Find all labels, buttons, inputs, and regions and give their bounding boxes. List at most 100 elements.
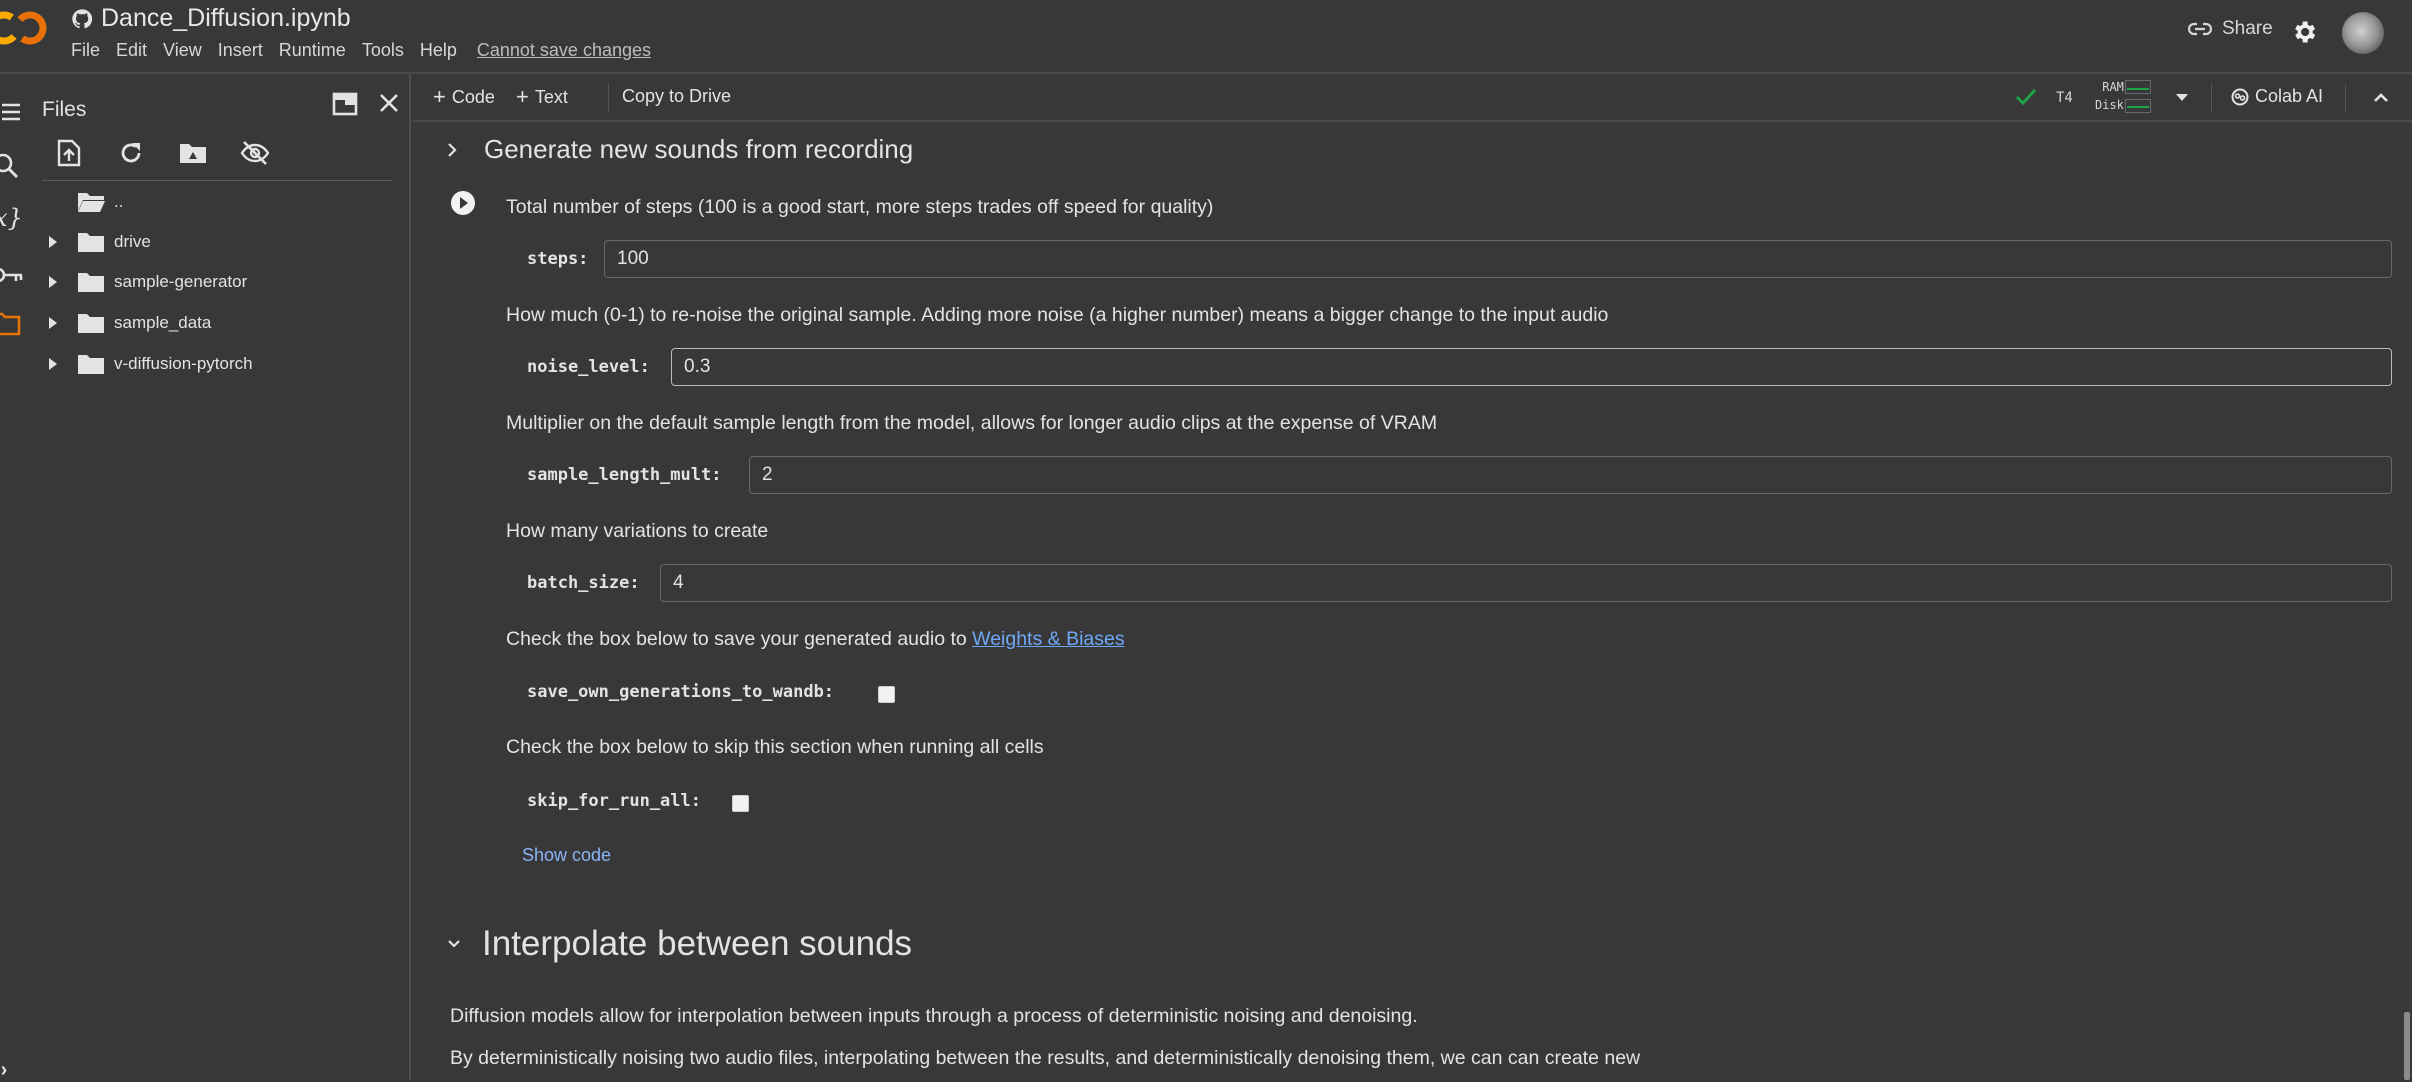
copy-to-drive-button[interactable]: Copy to Drive <box>622 86 731 107</box>
menu-file[interactable]: File <box>71 40 100 61</box>
wandb-label: save_own_generations_to_wandb: <box>527 682 835 702</box>
expand-caret-icon[interactable] <box>40 236 66 248</box>
eye-off-icon <box>240 141 270 165</box>
expand-caret-icon[interactable] <box>40 276 66 288</box>
run-cell-play-icon[interactable] <box>450 190 476 216</box>
section-header-generate[interactable]: Generate new sounds from recording <box>446 134 913 165</box>
file-row-v-diffusion-pytorch[interactable]: v-diffusion-pytorch <box>40 346 253 382</box>
menu-bar: File Edit View Insert Runtime Tools Help… <box>71 40 667 61</box>
colab-logo[interactable] <box>0 8 50 48</box>
save-status-link[interactable]: Cannot save changes <box>477 40 651 61</box>
save-to-wandb-checkbox[interactable] <box>878 686 895 703</box>
menu-tools[interactable]: Tools <box>362 40 404 61</box>
batch-size-description: How many variations to create <box>506 520 769 542</box>
noise-level-description: How much (0-1) to re-noise the original … <box>506 304 1609 326</box>
refresh-button[interactable] <box>116 138 146 168</box>
add-text-cell-button[interactable]: + Text <box>516 84 568 110</box>
left-icon-rail: x} ‹› <box>0 74 30 1082</box>
notebook-title[interactable]: Dance_Diffusion.ipynb <box>101 4 351 33</box>
chevron-right-icon[interactable] <box>446 141 460 159</box>
menu-edit[interactable]: Edit <box>116 40 147 61</box>
top-header: Dance_Diffusion.ipynb File Edit View Ins… <box>0 0 2412 74</box>
file-row-parent[interactable]: .. <box>40 184 123 220</box>
skip-description: Check the box below to skip this section… <box>506 736 1044 758</box>
interpolate-paragraph-1: Diffusion models allow for interpolation… <box>450 1005 1418 1027</box>
settings-gear-icon[interactable] <box>2290 18 2318 46</box>
toggle-hidden-files-button[interactable] <box>240 138 270 168</box>
close-panel-icon[interactable] <box>378 92 400 114</box>
share-label: Share <box>2222 18 2273 39</box>
disk-label: Disk <box>2095 98 2124 112</box>
files-folder-icon[interactable] <box>0 310 22 336</box>
refresh-icon <box>121 143 141 163</box>
mount-drive-button[interactable] <box>178 138 208 168</box>
github-icon <box>72 8 93 28</box>
link-icon <box>2188 22 2212 36</box>
chevron-down-icon[interactable] <box>446 937 462 951</box>
show-code-link[interactable]: Show code <box>522 845 611 866</box>
section-header-interpolate[interactable]: Interpolate between sounds <box>446 924 912 964</box>
menu-help[interactable]: Help <box>420 40 457 61</box>
files-panel-title: Files <box>42 98 87 121</box>
file-name: sample_data <box>114 313 212 332</box>
runtime-type[interactable]: T4 <box>2056 90 2073 106</box>
file-row-sample-data[interactable]: sample_data <box>40 305 211 341</box>
add-code-cell-button[interactable]: + Code <box>433 84 495 110</box>
connected-check-icon <box>2015 88 2037 106</box>
colab-ai-button[interactable]: Colab AI <box>2231 86 2323 107</box>
table-of-contents-icon[interactable] <box>0 102 20 122</box>
file-name: .. <box>114 192 124 211</box>
file-name: sample-generator <box>114 272 248 291</box>
collapse-header-icon[interactable] <box>2373 91 2389 103</box>
upload-file-icon <box>57 139 81 167</box>
menu-view[interactable]: View <box>163 40 202 61</box>
resource-indicator[interactable]: RAM Disk <box>2095 78 2124 114</box>
main-scrollbar[interactable] <box>2404 1012 2410 1080</box>
file-row-sample-generator[interactable]: sample-generator <box>40 264 247 300</box>
variables-icon[interactable]: x} <box>0 204 23 232</box>
colab-ai-icon <box>2231 88 2249 105</box>
ram-label: RAM <box>2102 80 2124 94</box>
folder-icon <box>78 233 104 252</box>
runtime-dropdown-icon[interactable] <box>2175 92 2189 102</box>
folder-icon <box>78 355 104 374</box>
section-title: Interpolate between sounds <box>482 924 913 963</box>
expand-caret-icon[interactable] <box>40 317 66 329</box>
noise-level-label: noise_level: <box>527 357 650 377</box>
panel-divider <box>42 180 392 181</box>
plus-icon: + <box>433 84 446 109</box>
search-icon[interactable] <box>0 152 20 180</box>
batch-size-input[interactable] <box>660 564 2392 602</box>
secrets-key-icon[interactable] <box>0 266 24 284</box>
folder-icon <box>78 273 104 292</box>
sample-length-mult-label: sample_length_mult: <box>527 465 722 485</box>
skip-for-run-all-checkbox[interactable] <box>732 795 749 812</box>
open-in-tab-icon[interactable] <box>332 92 358 116</box>
sample-length-mult-description: Multiplier on the default sample length … <box>506 412 1438 434</box>
expand-caret-icon[interactable] <box>40 358 66 370</box>
file-name: drive <box>114 232 151 251</box>
menu-insert[interactable]: Insert <box>218 40 263 61</box>
menu-runtime[interactable]: Runtime <box>279 40 346 61</box>
toolbar-separator <box>608 84 609 112</box>
weights-and-biases-link[interactable]: Weights & Biases <box>972 628 1124 650</box>
batch-size-label: batch_size: <box>527 573 640 593</box>
folder-icon <box>78 314 104 333</box>
code-snippets-icon[interactable]: ‹› <box>0 1059 7 1082</box>
skip-label: skip_for_run_all: <box>527 791 701 811</box>
user-avatar[interactable] <box>2342 12 2384 54</box>
folder-open-icon <box>78 193 105 212</box>
steps-input[interactable] <box>604 240 2392 278</box>
notebook-content: Generate new sounds from recording Total… <box>413 122 2412 1080</box>
drive-folder-icon <box>180 144 206 163</box>
wandb-description: Check the box below to save your generat… <box>506 628 1125 650</box>
noise-level-input[interactable] <box>671 348 2392 386</box>
sample-length-mult-input[interactable] <box>749 456 2392 494</box>
interpolate-paragraph-2: By deterministically noising two audio f… <box>450 1047 1641 1069</box>
steps-description: Total number of steps (100 is a good sta… <box>506 196 1214 218</box>
upload-file-button[interactable] <box>54 138 84 168</box>
toolbar-separator <box>2211 84 2212 112</box>
share-button[interactable]: Share <box>2188 18 2273 40</box>
toolbar-separator <box>2345 84 2346 112</box>
file-row-drive[interactable]: drive <box>40 224 151 260</box>
